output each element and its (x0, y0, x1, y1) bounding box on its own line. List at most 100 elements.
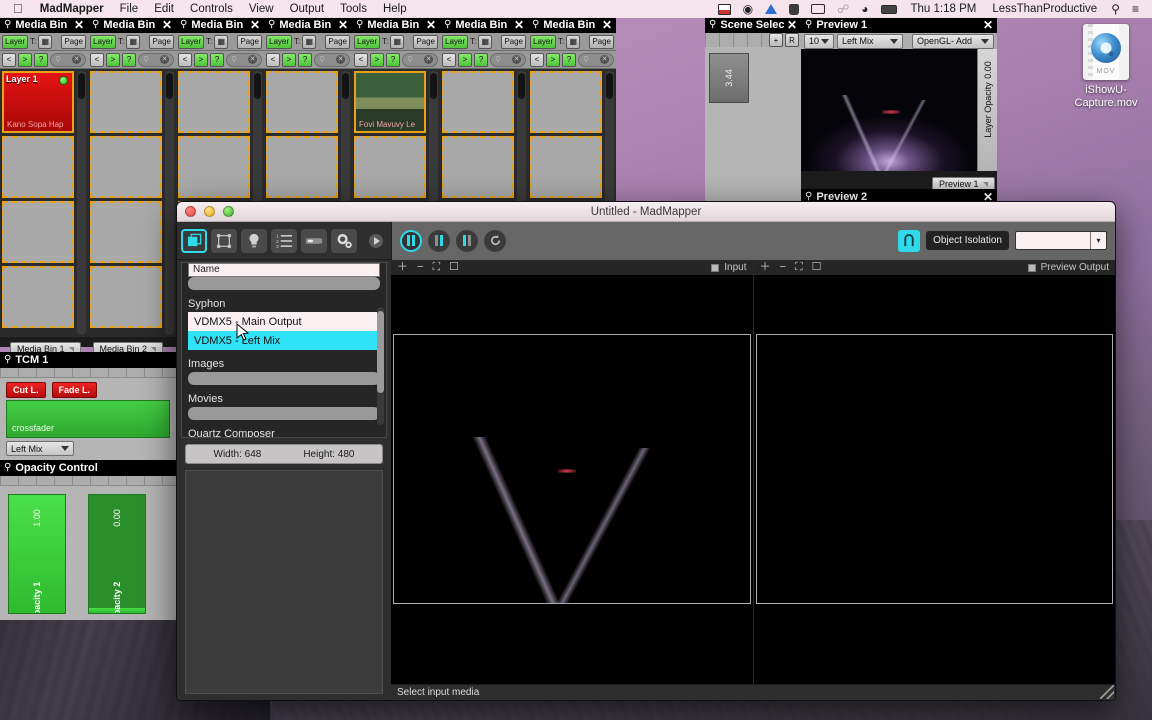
madmapper-titlebar[interactable]: Untitled - MadMapper (177, 202, 1115, 222)
search-icon[interactable]: ⚲ (268, 19, 275, 30)
bin-scrollbar[interactable] (77, 71, 86, 335)
transition-button[interactable]: ▦ (566, 34, 581, 49)
cloud-sync-icon[interactable]: ◉ (737, 2, 759, 16)
input-video-frame[interactable] (393, 334, 751, 604)
bin-grid-1[interactable]: Layer 1 Kano Sopa Hap (0, 69, 88, 337)
bin-toolbar-row1[interactable]: Layer T: ▦ Page (264, 33, 352, 51)
bin-search-input[interactable]: ⚲ ✕ (578, 52, 614, 67)
scene-grid[interactable]: 3.44 (705, 47, 801, 207)
panel-header[interactable]: ⚲ Media Bin ✕ (440, 17, 528, 33)
disclosure-triangle-icon[interactable] (369, 233, 383, 248)
search-icon[interactable]: ⚲ (709, 19, 716, 30)
panel-header[interactable]: ⚲ Media Bin ✕ (352, 17, 440, 33)
bag-icon[interactable] (783, 3, 805, 15)
blend-mode-select[interactable]: OpenGL- Add (912, 33, 994, 49)
bluetooth-icon[interactable]: ☍ (831, 2, 855, 16)
add-icon[interactable]: ＋ (397, 262, 408, 273)
panel-header[interactable]: ⚲ Media Bin ✕ (88, 17, 176, 33)
bin-cell[interactable] (530, 71, 602, 133)
media-bin-panel-2[interactable]: ⚲ Media Bin ✕ Layer T: ▦ Page < > ? ⚲ ✕ (88, 17, 176, 347)
close-icon[interactable]: ✕ (247, 18, 260, 32)
menu-item-edit[interactable]: Edit (146, 0, 182, 18)
mac-menu-bar[interactable]:  MadMapper File Edit Controls View Outp… (0, 0, 1152, 18)
search-icon[interactable]: ⚲ (4, 462, 11, 473)
screen-recording-icon[interactable] (712, 3, 737, 15)
opacity-slider-2[interactable]: Opacity 2 0.00 (88, 494, 146, 614)
scene-add-button[interactable]: + (769, 33, 783, 47)
layer-select-button[interactable]: Layer (178, 34, 205, 49)
media-item-vdmx-main-output[interactable]: VDMX5 - Main Output (188, 312, 380, 331)
media-list-scrollbar[interactable] (377, 307, 384, 425)
media-list[interactable]: Name Syphon VDMX5 - Main Output VDMX5 - … (181, 262, 387, 438)
lightbulb-icon[interactable] (241, 228, 267, 253)
view-checkbox-icon[interactable] (711, 263, 720, 272)
fps-select[interactable]: 10 (804, 33, 834, 49)
bin-cell[interactable] (354, 136, 426, 198)
search-icon[interactable]: ⚲ (532, 19, 539, 30)
preview1-toolbar[interactable]: 10 Left Mix OpenGL- Add (801, 33, 997, 49)
panel-header[interactable]: ⚲ TCM 1 (0, 352, 176, 368)
toolbar-right-group[interactable]: Object Isolation ▾ (391, 221, 1115, 260)
layer-select-button[interactable]: Layer (266, 34, 293, 49)
transition-button[interactable]: ▦ (478, 34, 493, 49)
media-bin-panel-1[interactable]: ⚲ Media Bin ✕ Layer T: ▦ Page < > ? ⚲ ✕ … (0, 17, 88, 347)
prev-button[interactable]: < (442, 52, 456, 67)
tcm-body[interactable]: Cut L. Fade L. crossfader Left Mix (0, 368, 176, 460)
battery-icon[interactable] (875, 4, 903, 14)
transition-button[interactable]: ▦ (390, 34, 405, 49)
prev-button[interactable]: < (2, 52, 16, 67)
next-button[interactable]: > (370, 52, 384, 67)
search-icon[interactable]: ⚲ (1105, 2, 1126, 16)
panel-header[interactable]: ⚲ Media Bin ✕ (0, 17, 88, 33)
media-group-movies-slot[interactable] (188, 407, 380, 420)
dropbox-icon[interactable] (759, 4, 783, 14)
help-button[interactable]: ? (210, 52, 224, 67)
opacity-slider-1[interactable]: Opacity 1 1.00 (8, 494, 66, 614)
fader-icon[interactable] (301, 228, 327, 253)
search-icon[interactable]: ⚲ (4, 19, 11, 30)
madmapper-left-pane[interactable]: Name Syphon VDMX5 - Main Output VDMX5 - … (177, 260, 391, 700)
panel-header[interactable]: ⚲ Preview 1 ✕ (801, 17, 997, 33)
bin-search-input[interactable]: ⚲ ✕ (490, 52, 526, 67)
object-isolation-button[interactable]: Object Isolation (926, 231, 1009, 250)
madmapper-toolbar[interactable]: 123 Object Isolation ▾ (177, 221, 1115, 260)
panel-header[interactable]: ⚲ Scene Select ✕ (705, 17, 801, 33)
close-icon[interactable]: ✕ (511, 18, 524, 32)
add-icon[interactable]: ＋ (760, 262, 771, 273)
numbered-list-icon[interactable]: 123 (271, 228, 297, 253)
bin-cell[interactable] (2, 266, 74, 328)
preview-tabs[interactable]: Preview 1 (932, 176, 995, 190)
source-select[interactable]: Left Mix (837, 33, 903, 49)
input-view-toolbar[interactable]: ＋ − ⛶ ☐ Input (391, 260, 753, 275)
transition-button[interactable]: ▦ (302, 34, 317, 49)
bin-search-input[interactable]: ⚲ ✕ (314, 52, 350, 67)
layer-select-button[interactable]: Layer (90, 34, 117, 49)
close-icon[interactable]: ✕ (784, 18, 797, 32)
layer-select-button[interactable]: Layer (442, 34, 469, 49)
next-button[interactable]: > (194, 52, 208, 67)
airplay-icon[interactable] (805, 4, 831, 14)
page-button[interactable]: Page (61, 34, 86, 49)
help-button[interactable]: ? (562, 52, 576, 67)
tcm-panel[interactable]: ⚲ TCM 1 Cut L. Fade L. crossfader Left M… (0, 352, 176, 460)
bin-toolbar-row1[interactable]: Layer T: ▦ Page (352, 33, 440, 51)
bin-search-input[interactable]: ⚲ ✕ (402, 52, 438, 67)
search-icon[interactable]: ⚲ (4, 354, 11, 365)
search-icon[interactable]: ⚲ (356, 19, 363, 30)
pause-left-icon[interactable] (428, 229, 450, 252)
close-icon[interactable]: ✕ (599, 18, 612, 32)
help-button[interactable]: ? (298, 52, 312, 67)
apple-menu-icon[interactable]:  (7, 0, 32, 18)
gears-icon[interactable] (331, 228, 357, 253)
bin-cell[interactable] (90, 201, 162, 263)
fade-left-button[interactable]: Fade L. (51, 382, 98, 398)
menu-item-tools[interactable]: Tools (332, 0, 375, 18)
media-group-images-slot[interactable] (188, 372, 380, 385)
page-button[interactable]: Page (501, 34, 526, 49)
select-icon[interactable]: ☐ (449, 262, 459, 273)
prev-button[interactable]: < (266, 52, 280, 67)
next-button[interactable]: > (18, 52, 32, 67)
bin-search-input[interactable]: ⚲ ✕ (138, 52, 174, 67)
close-icon[interactable]: ✕ (980, 18, 993, 32)
bin-toolbar-row1[interactable]: Layer T: ▦ Page (0, 33, 88, 51)
